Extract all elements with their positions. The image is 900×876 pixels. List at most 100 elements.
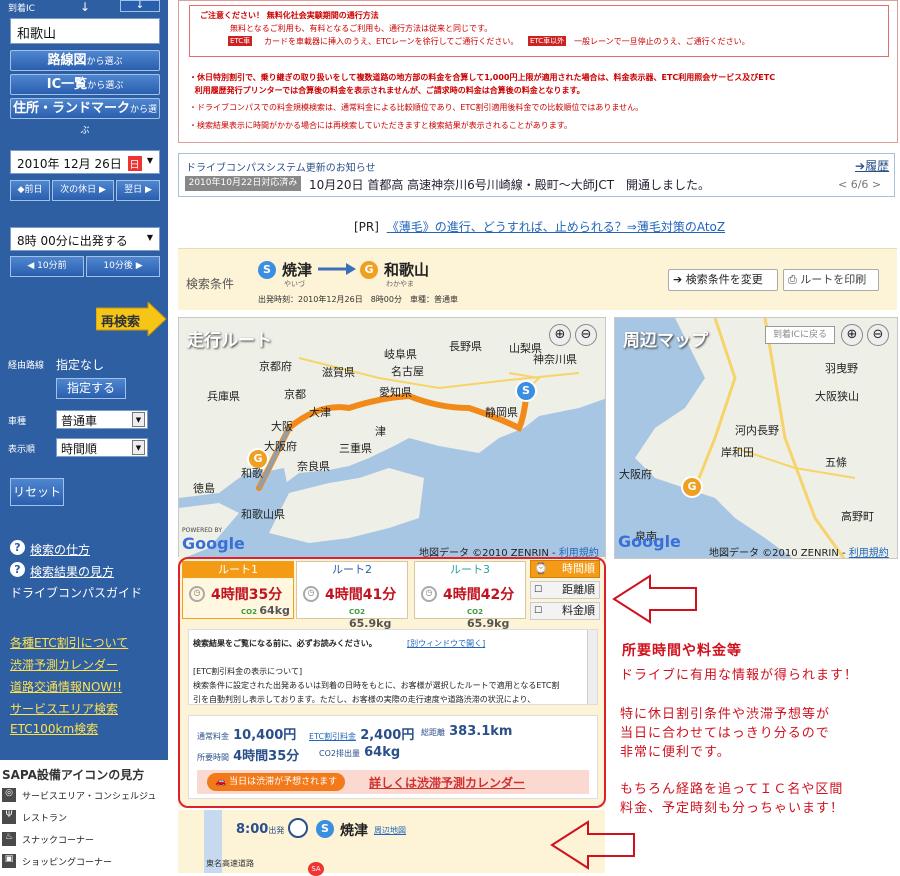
timeline: 8:00出発 S 焼津 周辺地図 東名高速道路 SA (178, 810, 605, 876)
swap-button[interactable]: ↓ (120, 0, 160, 12)
order-label: 表示順 (8, 445, 36, 455)
discount-links: 各種ETC割引について 渋滞予測カレンダー 道路交通情報NOW!! サービスエリ… (0, 616, 168, 736)
restaurant-icon: Ψ (2, 810, 16, 824)
sapa-item: ショッピングコーナー (22, 858, 113, 868)
dest-label: 到着IC (8, 4, 35, 14)
date-select[interactable]: 2010年 12月 26日 日 ▼ (10, 150, 160, 174)
map-label: 京都 (284, 388, 306, 401)
map-label: 大津 (309, 406, 331, 419)
via-label: 経由路線 (8, 361, 45, 371)
help-icon: ? (10, 540, 25, 555)
help-icon: ? (10, 562, 25, 577)
print-icon: ⎙ (788, 273, 801, 286)
google-logo: Google (618, 532, 681, 551)
change-condition-button[interactable]: ➔ 検索条件を変更 (668, 269, 778, 291)
shopping-icon: ▣ (2, 854, 16, 868)
notice-bullet: ・検索結果表示に時間がかかる場合には再検索していただきますと検索結果が表示される… (189, 121, 572, 130)
destination-input[interactable]: 和歌山 (10, 18, 160, 44)
via-set-button[interactable]: 指定する (56, 378, 126, 399)
etc100km-link[interactable]: ETC100km検索 (10, 720, 98, 737)
etc-discount-link[interactable]: 各種ETC割引について (10, 634, 128, 651)
to-name: 和歌山 (384, 261, 430, 279)
surrounding-map-link[interactable]: 周辺地図 (374, 825, 406, 836)
next-holiday-button[interactable]: 次の休日 ▶ (52, 180, 114, 201)
map-label: 滋賀県 (322, 366, 355, 379)
map-label: 長野県 (449, 340, 482, 353)
help-result-link[interactable]: 検索結果の見方 (30, 563, 114, 580)
history-link[interactable]: ➔履歴 (855, 157, 889, 174)
guide-link[interactable]: ドライブコンパスガイド (10, 584, 142, 601)
sapa-title: SAPA設備アイコンの見方 (2, 768, 145, 782)
to-kana: わかやま (386, 280, 414, 288)
departure-time-select[interactable]: 8時 00分に出発する ▼ (10, 227, 160, 251)
terms-link[interactable]: 利用規約 (849, 548, 889, 558)
research-button[interactable]: 再検索 (96, 302, 167, 336)
free-trial-notice: ご注意ください！ 無料化社会実験期間の通行方法 無料となるご利用も、有料となるご… (189, 5, 889, 57)
minus-10min-button[interactable]: ◀ 10分前 (10, 256, 84, 277)
news-title: ドライブコンパスシステム更新のお知らせ (186, 163, 376, 174)
surrounding-map[interactable]: 周辺マップ 到着ICに戻る ⊕ ⊖ G 大阪府 羽曳野 大阪狭山 河内長野 岸和… (614, 317, 898, 559)
route-map-title: 走行ルート (187, 331, 272, 351)
sapa-item: レストラン (22, 814, 68, 824)
address-landmark-button[interactable]: 住所・ランドマークから選ぶ (10, 98, 160, 136)
map-label: 津 (375, 425, 386, 438)
prev-day-button[interactable]: ◆前日 (10, 180, 50, 201)
news-date-tag: 2010年10月22日対応済み (185, 176, 301, 191)
notice-box: ご注意ください！ 無料化社会実験期間の通行方法 無料となるご利用も、有料となるご… (178, 0, 898, 143)
map-label: 和歌 (241, 467, 263, 480)
annotation-arrow-icon (550, 820, 635, 870)
annotation-text: 当日に合わせてはっきり分るので (620, 726, 830, 741)
jam-calendar-link[interactable]: 渋滞予測カレンダー (10, 656, 118, 673)
help-search-link[interactable]: 検索の仕方 (30, 541, 90, 558)
service-area-link[interactable]: サービスエリア検索 (10, 700, 118, 717)
news-pager[interactable]: < 6/6 > (838, 178, 881, 191)
print-route-button[interactable]: ⎙ ルートを印刷 (783, 269, 879, 291)
sidebar: 到着IC ↓ ↓ 和歌山 路線図から選ぶ IC一覧から選ぶ 住所・ランドマークか… (0, 0, 168, 873)
reset-button[interactable]: リセット (10, 478, 64, 506)
map-label: 三重県 (339, 442, 372, 455)
map-label: 岐阜県 (384, 348, 417, 361)
plus-10min-button[interactable]: 10分後 ▶ (86, 256, 160, 277)
map-label: 河内長野 (735, 424, 779, 437)
day-badge: 日 (127, 156, 142, 171)
zoom-in-icon[interactable]: ⊕ (549, 324, 571, 346)
from-kana: やいづ (284, 280, 305, 288)
via-value: 指定なし (56, 358, 105, 372)
next-day-button[interactable]: 翌日 ▶ (116, 180, 160, 201)
annotation-text: 非常に便利です。 (620, 745, 731, 760)
concierge-icon: ◎ (2, 788, 16, 802)
goal-marker-icon: G (681, 476, 703, 498)
order-select[interactable]: 時間順 ▼ (56, 438, 148, 457)
map-label: 徳島 (193, 482, 215, 495)
annotation-text: ドライブに有用な情報が得られます！ (620, 668, 859, 683)
map-label: 五條 (825, 456, 847, 469)
car-type-select[interactable]: 普通車 ▼ (56, 410, 148, 429)
map-credit: 地図データ ©2010 ZENRIN - 利用規約 (709, 548, 889, 559)
from-name: 焼津 (282, 261, 313, 279)
start-marker-icon: S (515, 380, 537, 402)
route-map-button[interactable]: 路線図から選ぶ (10, 50, 160, 71)
map-label: 和歌山県 (241, 508, 285, 521)
sapa-item: スナックコーナー (22, 836, 95, 846)
route-map[interactable]: 走行ルート ⊕ ⊖ S G 山梨県 神奈川県 長野県 岐阜県 京都府 滋賀県 愛… (178, 317, 606, 559)
timeline-node (288, 818, 308, 838)
snack-icon: ♨ (2, 832, 16, 846)
annotation-text: 料金、予定時刻も分っちゃいます！ (620, 801, 845, 816)
ic-list-button[interactable]: IC一覧から選ぶ (10, 74, 160, 95)
zoom-out-icon[interactable]: ⊖ (867, 324, 889, 346)
map-label: 岸和田 (721, 446, 754, 459)
map-label: 羽曳野 (825, 362, 858, 375)
map-label: 大阪狭山 (815, 390, 859, 403)
zoom-out-icon[interactable]: ⊖ (575, 324, 597, 346)
sa-badge-icon: SA (308, 862, 324, 876)
pr-link[interactable]: 《薄毛》の進行、どうすれば、止められる？⇒薄毛対策のAtoZ (387, 220, 725, 234)
back-to-ic-button[interactable]: 到着ICに戻る (765, 326, 835, 344)
annotation-title: 所要時間や料金等 (622, 643, 742, 659)
cond-label: 検索条件 (186, 277, 235, 291)
map-label: 静岡県 (485, 406, 518, 419)
news-box: ドライブコンパスシステム更新のお知らせ ➔履歴 2010年10月22日対応済み … (178, 153, 895, 197)
arrow-down-icon: ↓ (80, 0, 91, 14)
traffic-info-link[interactable]: 道路交通情報NOW!! (10, 678, 122, 695)
annotation-text: 特に休日割引条件や渋滞予想等が (620, 707, 831, 722)
zoom-in-icon[interactable]: ⊕ (841, 324, 863, 346)
